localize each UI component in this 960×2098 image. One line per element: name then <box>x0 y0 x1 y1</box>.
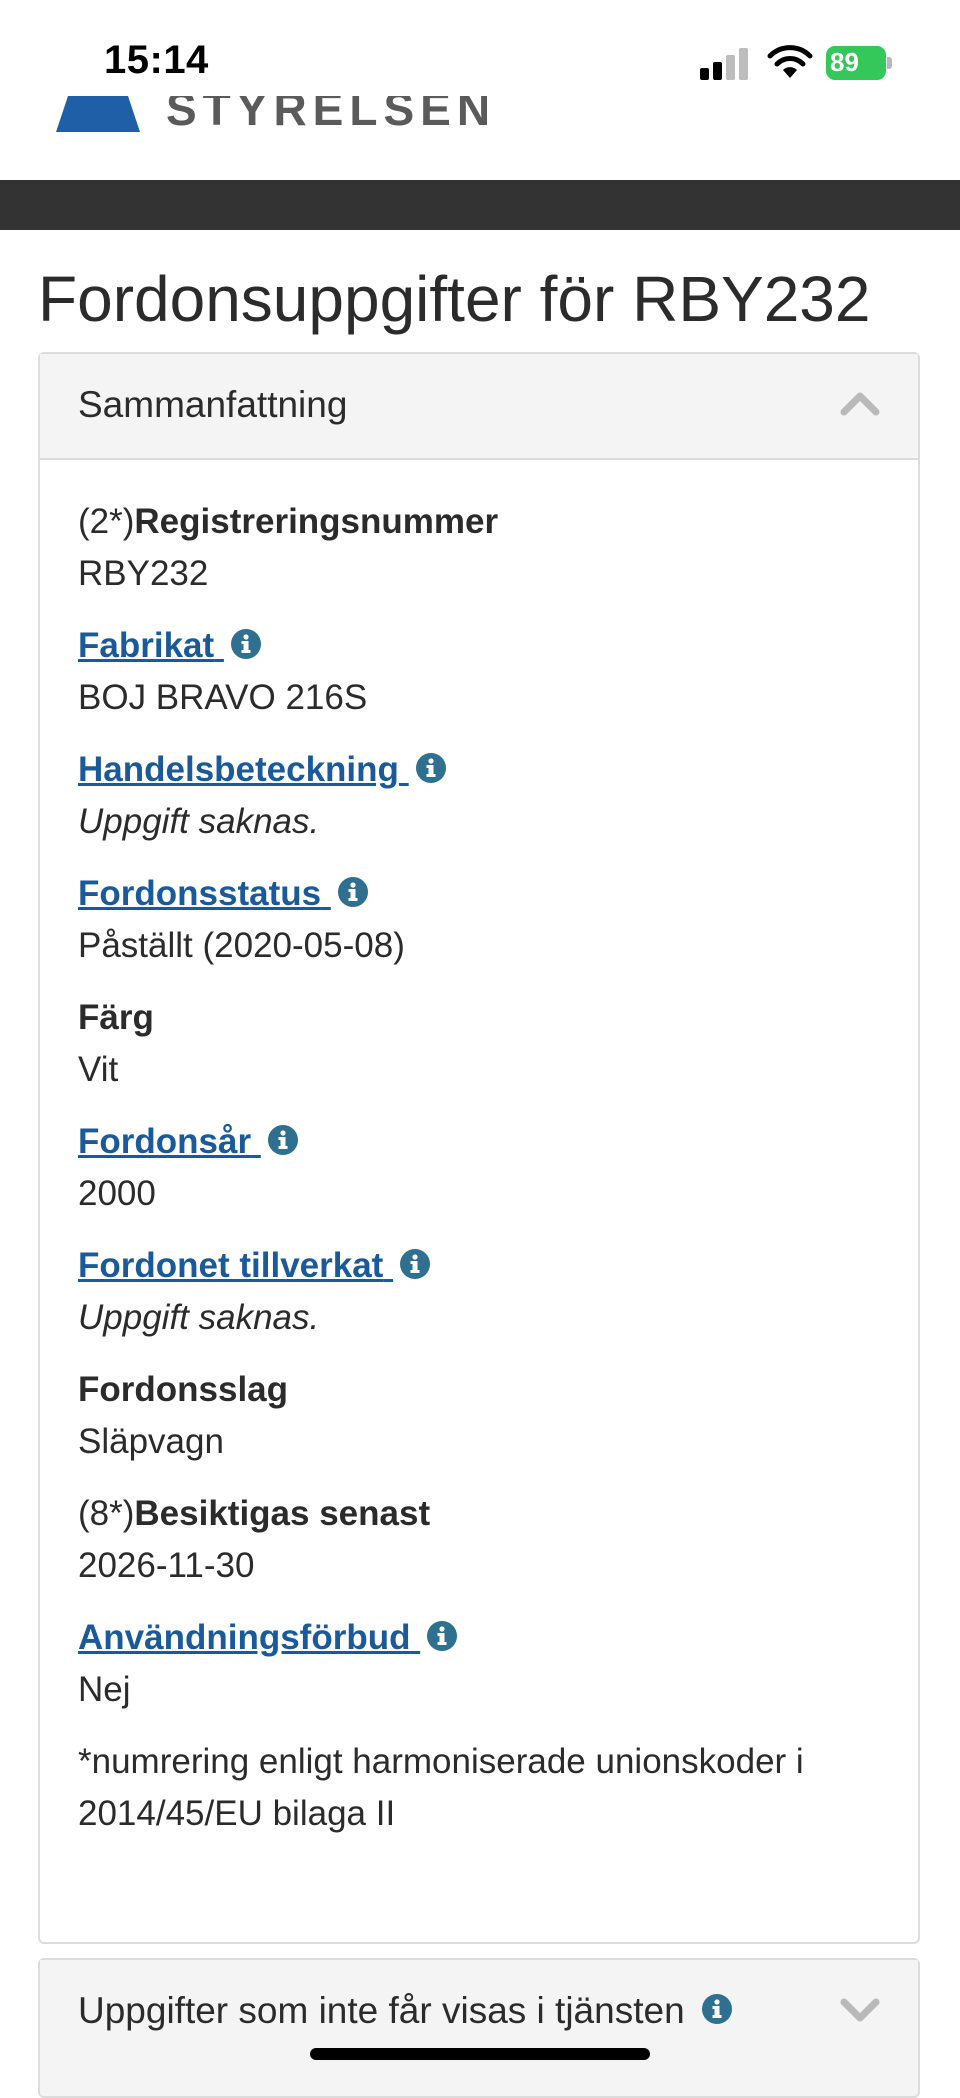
field-value: Uppgift saknas. <box>78 1298 320 1337</box>
field-fordonsslag: Fordonsslag Släpvagn <box>78 1364 880 1468</box>
info-icon[interactable] <box>701 1993 733 2025</box>
info-icon[interactable] <box>426 1620 458 1652</box>
field-label: Fordonsslag <box>78 1370 289 1409</box>
fordonet-tillverkat-link[interactable]: Fordonet tillverkat <box>78 1246 393 1285</box>
restricted-panel: Uppgifter som inte får visas i tjänsten <box>38 1958 920 2098</box>
field-farg: Färg Vit <box>78 992 880 1096</box>
summary-panel-toggle[interactable]: Sammanfattning <box>40 354 918 460</box>
field-value: Nej <box>78 1670 131 1709</box>
field-handelsbeteckning: Handelsbeteckning Uppgift saknas. <box>78 744 880 848</box>
field-code: (8*) <box>78 1494 135 1533</box>
chevron-up-icon <box>840 392 880 416</box>
status-time: 15:14 <box>104 38 209 82</box>
field-value: Uppgift saknas. <box>78 802 320 841</box>
field-label: Färg <box>78 998 154 1037</box>
chevron-down-icon <box>840 1998 880 2022</box>
field-fabrikat: Fabrikat BOJ BRAVO 216S <box>78 620 880 724</box>
logo-text: STYRELSEN <box>166 96 497 135</box>
field-value: 2026-11-30 <box>78 1546 255 1585</box>
footnote: *numrering enligt harmoniserade unionsko… <box>78 1742 804 1833</box>
field-value: Släpvagn <box>78 1422 224 1461</box>
field-besiktigas-senast: (8*)Besiktigas senast 2026-11-30 <box>78 1488 880 1592</box>
nav-bar <box>0 180 960 230</box>
field-registreringsnummer: (2*)Registreringsnummer RBY232 <box>78 496 880 600</box>
restricted-panel-heading: Uppgifter som inte får visas i tjänsten <box>78 1990 685 2031</box>
field-value: 2000 <box>78 1174 156 1213</box>
field-label: Registreringsnummer <box>134 502 499 541</box>
info-icon[interactable] <box>267 1124 299 1156</box>
field-anvandningsforbud: Användningsförbud Nej <box>78 1612 880 1716</box>
site-header: STYRELSEN <box>0 96 960 180</box>
info-icon[interactable] <box>230 628 262 660</box>
summary-panel: Sammanfattning (2*)Registreringsnummer R… <box>38 352 920 1944</box>
signal-icon <box>700 46 752 80</box>
field-value: BOJ BRAVO 216S <box>78 678 368 717</box>
field-fordonet-tillverkat: Fordonet tillverkat Uppgift saknas. <box>78 1240 880 1344</box>
info-icon[interactable] <box>415 752 447 784</box>
field-fordonsstatus: Fordonsstatus Påställt (2020-05-08) <box>78 868 880 972</box>
fordonsar-link[interactable]: Fordonsår <box>78 1122 261 1161</box>
fordonsstatus-link[interactable]: Fordonsstatus <box>78 874 331 913</box>
field-label: Besiktigas senast <box>134 1494 431 1533</box>
field-value: Påställt (2020-05-08) <box>78 926 405 965</box>
summary-panel-body: (2*)Registreringsnummer RBY232 Fabrikat … <box>40 460 918 1840</box>
logo-icon <box>56 96 140 132</box>
summary-panel-heading: Sammanfattning <box>78 384 348 425</box>
anvandningsforbud-link[interactable]: Användningsförbud <box>78 1618 420 1657</box>
battery-charging-icon: 89 <box>826 46 892 80</box>
battery-level: 89 <box>830 47 859 77</box>
page-title: Fordonsuppgifter för RBY232 <box>38 263 871 335</box>
field-fordonsar: Fordonsår 2000 <box>78 1116 880 1220</box>
handelsbeteckning-link[interactable]: Handelsbeteckning <box>78 750 409 789</box>
wifi-icon <box>767 45 813 78</box>
info-icon[interactable] <box>337 876 369 908</box>
fabrikat-link[interactable]: Fabrikat <box>78 626 224 665</box>
field-value: Vit <box>78 1050 119 1089</box>
info-icon[interactable] <box>399 1248 431 1280</box>
field-value: RBY232 <box>78 554 209 593</box>
field-code: (2*) <box>78 502 135 541</box>
home-indicator[interactable] <box>310 2048 650 2060</box>
